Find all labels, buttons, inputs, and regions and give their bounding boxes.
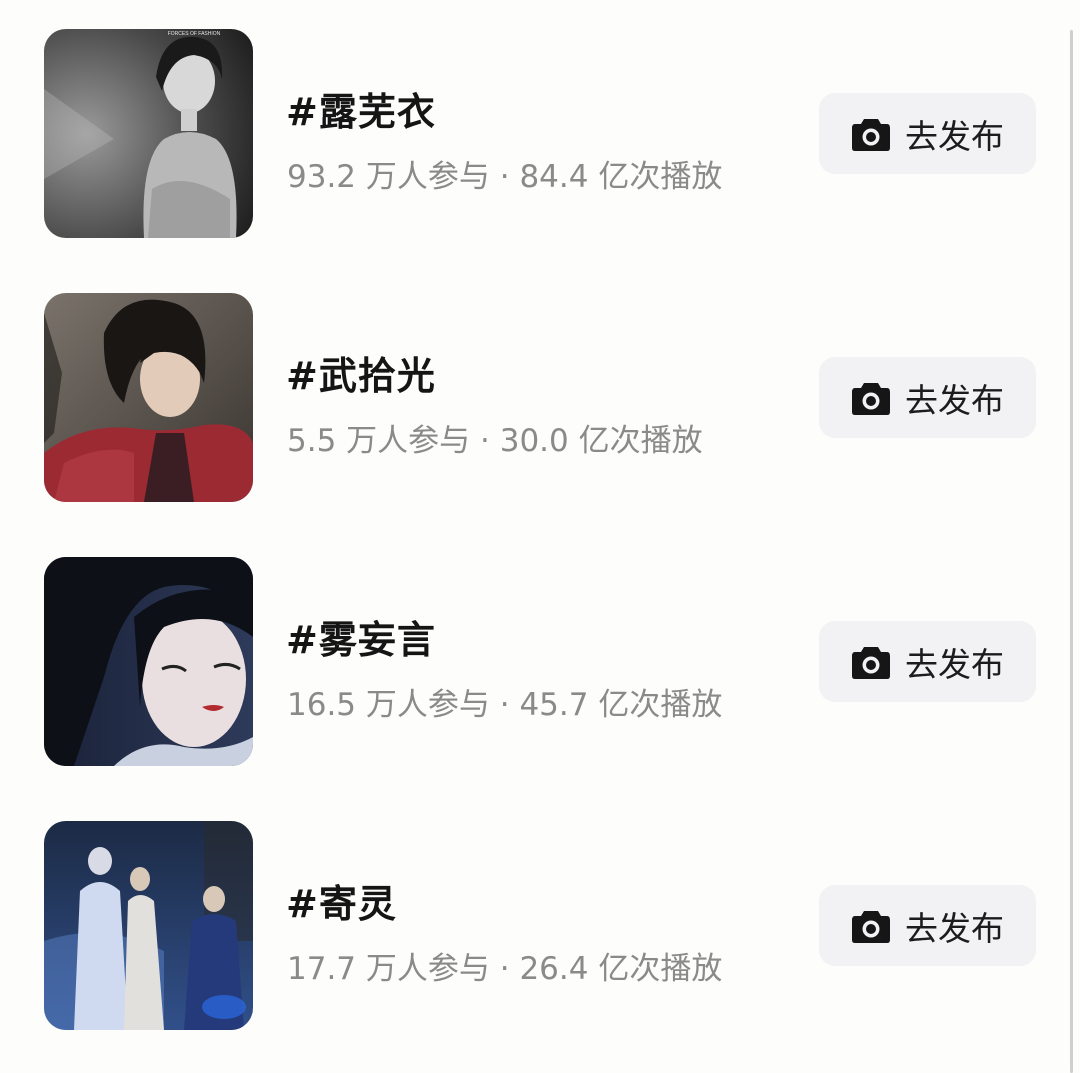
topic-item[interactable]: #雾妄言 16.5 万人参与 · 45.7 亿次播放 去发布 <box>0 557 1060 767</box>
topic-stats: 17.7 万人参与 · 26.4 亿次播放 <box>287 951 723 987</box>
thumbnail-watermark: FORCES OF FASHION <box>168 31 221 37</box>
topic-item[interactable]: #武拾光 5.5 万人参与 · 30.0 亿次播放 去发布 <box>0 293 1060 503</box>
topic-title[interactable]: #露芜衣 <box>286 81 436 136</box>
portrait-image <box>44 557 253 766</box>
topic-list: FORCES OF FASHION #露芜衣 93.2 万人参与 · 84.4 … <box>0 0 1080 1073</box>
topic-stats: 93.2 万人参与 · 84.4 亿次播放 <box>287 159 723 195</box>
topic-title[interactable]: #武拾光 <box>286 345 436 400</box>
publish-button[interactable]: 去发布 <box>819 357 1036 438</box>
camera-icon <box>852 646 890 679</box>
publish-button[interactable]: 去发布 <box>819 93 1036 174</box>
topic-item[interactable]: FORCES OF FASHION #露芜衣 93.2 万人参与 · 84.4 … <box>0 29 1060 239</box>
camera-icon <box>852 118 890 151</box>
publish-button-label: 去发布 <box>905 644 1004 684</box>
publish-button[interactable]: 去发布 <box>819 885 1036 966</box>
publish-button-label: 去发布 <box>905 380 1004 420</box>
topic-stats: 5.5 万人参与 · 30.0 亿次播放 <box>287 423 703 459</box>
publish-button-label: 去发布 <box>905 908 1004 948</box>
topic-item[interactable]: #寄灵 17.7 万人参与 · 26.4 亿次播放 去发布 <box>0 821 1060 1031</box>
portrait-image <box>44 293 253 502</box>
topic-thumbnail[interactable] <box>44 557 253 766</box>
topic-title[interactable]: #雾妄言 <box>286 609 436 664</box>
topic-stats: 16.5 万人参与 · 45.7 亿次播放 <box>287 687 723 723</box>
scrollbar[interactable] <box>1070 30 1073 1073</box>
topic-title[interactable]: #寄灵 <box>286 873 397 928</box>
camera-icon <box>852 910 890 943</box>
portrait-image: FORCES OF FASHION <box>44 29 253 238</box>
publish-button[interactable]: 去发布 <box>819 621 1036 702</box>
portrait-image <box>44 821 253 1030</box>
topic-thumbnail[interactable] <box>44 821 253 1030</box>
topic-thumbnail[interactable]: FORCES OF FASHION <box>44 29 253 238</box>
publish-button-label: 去发布 <box>905 116 1004 156</box>
topic-thumbnail[interactable] <box>44 293 253 502</box>
camera-icon <box>852 382 890 415</box>
